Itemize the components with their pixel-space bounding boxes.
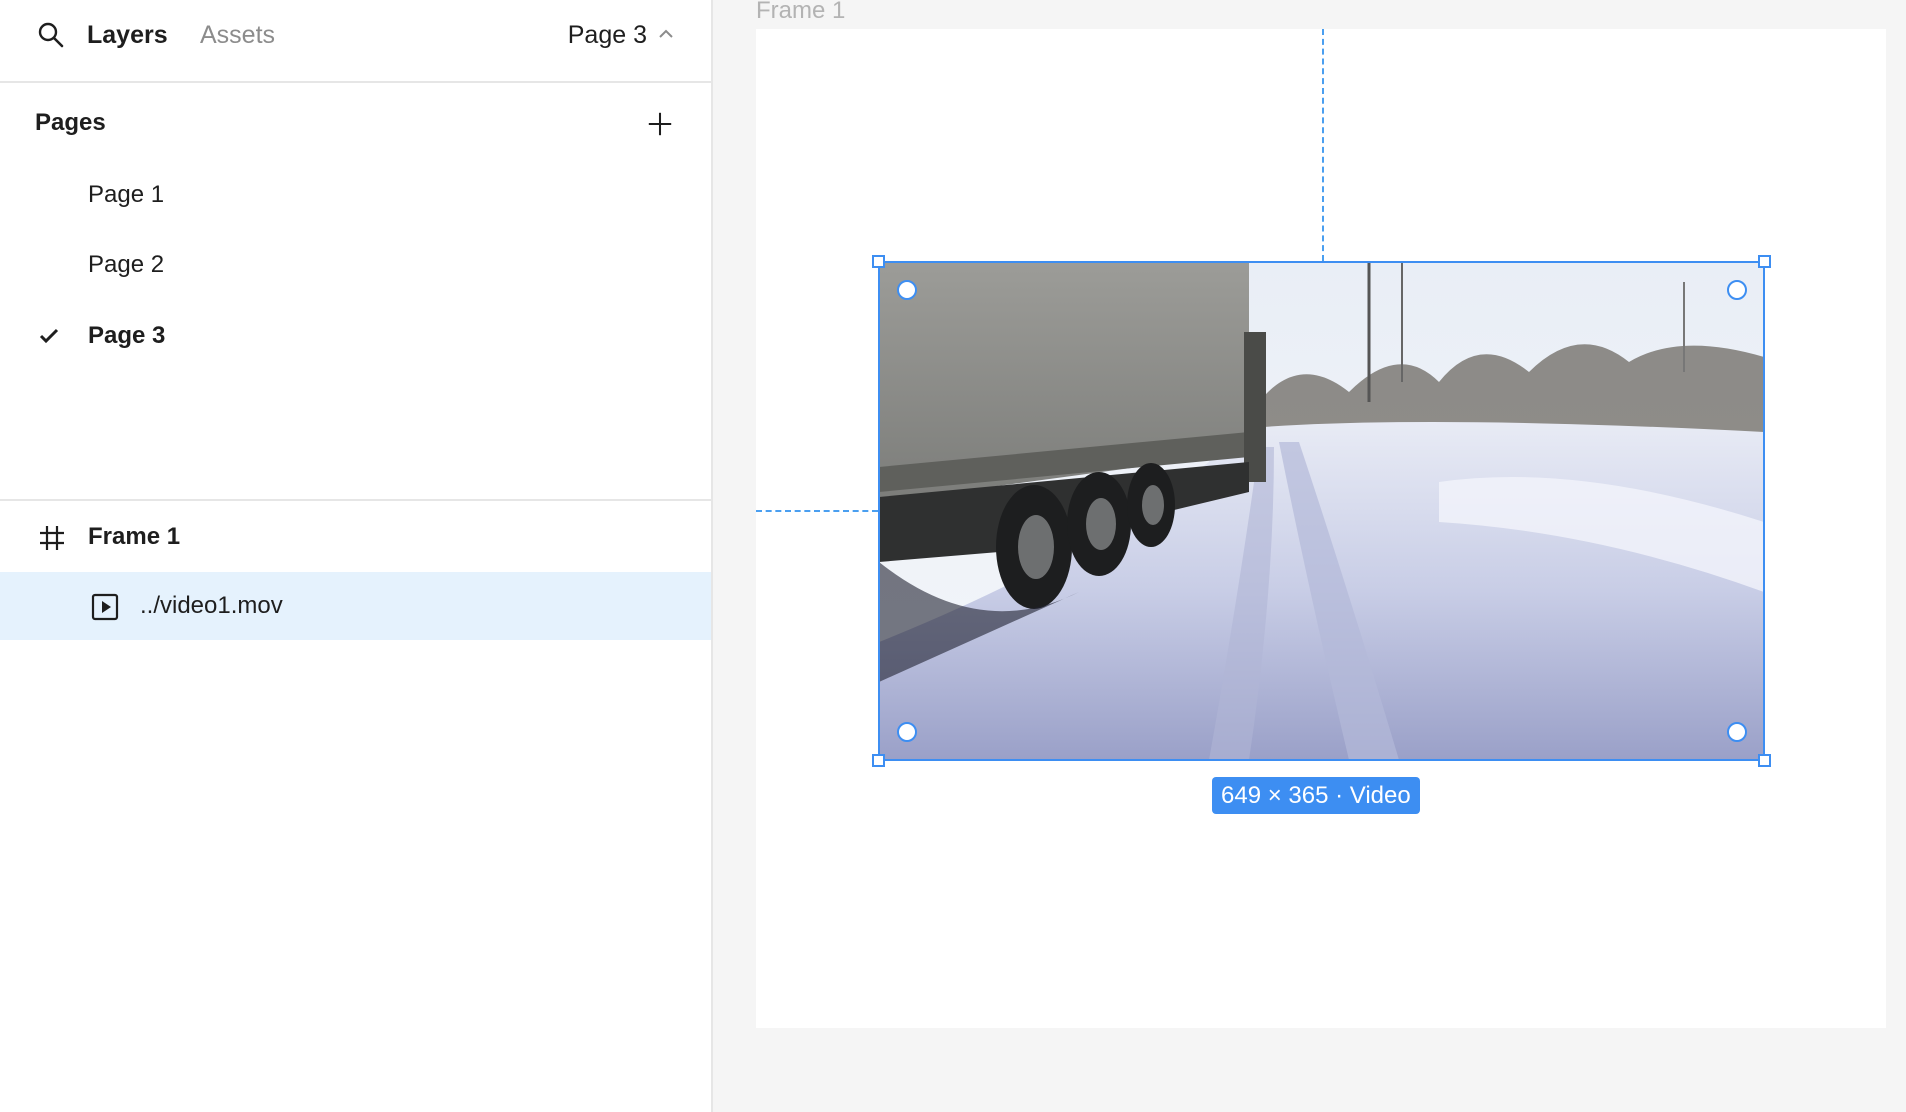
layer-label: Frame 1 [88,523,181,550]
layer-row-video[interactable]: ../video1.mov [0,572,711,640]
pages-section: Pages Page 1 Page 2 Page 3 [0,83,711,500]
page-item-1[interactable]: Page 1 [0,167,711,223]
page-switcher-label: Page 3 [567,20,647,49]
corner-radius-handle-bottom-right[interactable] [1727,722,1747,742]
resize-handle-bottom-left[interactable] [872,754,885,767]
checkmark-icon [38,325,60,347]
video-element[interactable] [879,262,1764,760]
play-box-icon [90,592,120,622]
resize-handle-top-left[interactable] [872,255,885,268]
resize-handle-bottom-right[interactable] [1758,754,1771,767]
panel-topbar: Layers Assets Page 3 [0,0,711,83]
tab-layers[interactable]: Layers [87,20,168,50]
add-page-button[interactable] [641,105,679,143]
plus-icon [648,112,672,136]
frame-title[interactable]: Frame 1 [756,0,845,26]
layers-panel: Layers Assets Page 3 Pages Page 1 Page 2 [0,0,713,1112]
corner-radius-handle-bottom-left[interactable] [897,722,917,742]
search-icon[interactable] [36,20,66,50]
resize-handle-top-right[interactable] [1758,255,1771,268]
spacing-guide-vertical [1322,29,1324,261]
page-item-3[interactable]: Page 3 [0,308,711,364]
corner-radius-handle-top-left[interactable] [897,280,917,300]
pages-header: Pages [35,109,106,136]
dimension-badge: 649 × 365 · Video [1212,777,1420,814]
chevron-up-icon [657,21,675,50]
page-item-label: Page 2 [88,251,165,278]
frame-hash-icon [38,524,66,552]
layer-label: ../video1.mov [140,592,283,619]
layer-row-frame[interactable]: Frame 1 [0,503,711,571]
page-item-label: Page 1 [88,181,165,208]
tab-assets[interactable]: Assets [200,20,275,50]
section-divider [0,499,711,501]
page-item-label: Page 3 [88,322,166,349]
corner-radius-handle-top-right[interactable] [1727,280,1747,300]
page-item-2[interactable]: Page 2 [0,237,711,293]
page-switcher[interactable]: Page 3 [568,18,675,52]
video-thumbnail [879,262,1764,760]
spacing-guide-horizontal [756,510,878,512]
